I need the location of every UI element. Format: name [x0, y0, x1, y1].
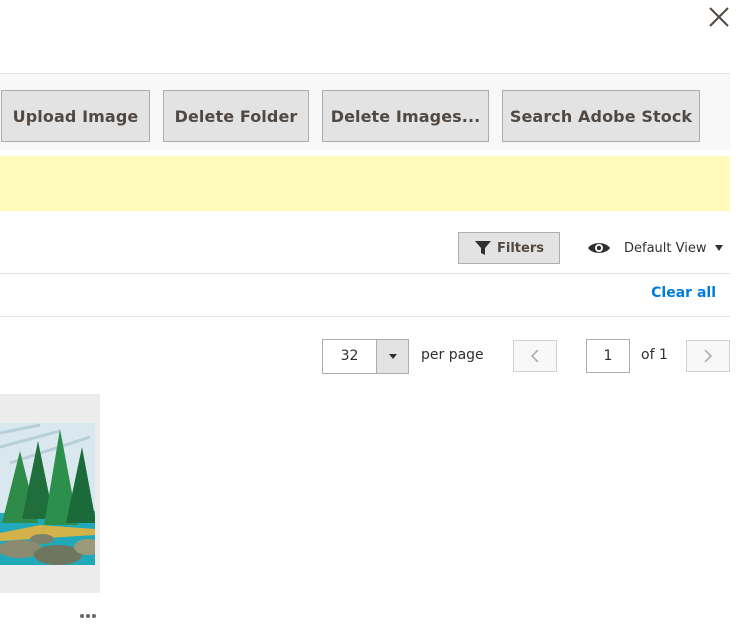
notice-bar — [0, 156, 730, 211]
per-page-value: 32 — [340, 348, 359, 364]
page-number-input[interactable] — [586, 339, 630, 373]
eye-icon — [588, 243, 610, 253]
view-switcher[interactable]: Default View — [587, 236, 724, 260]
image-thumbnail-card[interactable] — [0, 394, 100, 593]
divider — [0, 273, 730, 274]
clear-all-link[interactable]: Clear all — [651, 285, 716, 301]
page-total: of 1 — [641, 347, 668, 363]
image-thumbnail — [0, 423, 95, 565]
dot — [80, 614, 84, 618]
divider — [0, 316, 730, 317]
chevron-left-icon — [530, 349, 539, 363]
search-adobe-stock-button[interactable]: Search Adobe Stock — [502, 90, 700, 142]
action-toolbar: Upload Image Delete Folder Delete Images… — [0, 73, 730, 150]
close-icon — [709, 7, 729, 27]
ellipsis-icon[interactable] — [79, 609, 97, 623]
per-page-toggle[interactable] — [376, 340, 408, 373]
caret-down-icon — [388, 354, 397, 359]
delete-folder-button[interactable]: Delete Folder — [163, 90, 309, 142]
view-label: Default View — [624, 240, 707, 256]
previous-page-button[interactable] — [513, 340, 557, 372]
delete-images-button[interactable]: Delete Images... — [322, 90, 489, 142]
next-page-button[interactable] — [686, 340, 730, 372]
filters-label: Filters — [497, 240, 544, 256]
chevron-right-icon — [704, 349, 713, 363]
funnel-icon — [475, 241, 491, 255]
upload-image-button[interactable]: Upload Image — [1, 90, 150, 142]
caret-down-icon — [715, 245, 724, 251]
per-page-label: per page — [421, 347, 484, 363]
filters-button[interactable]: Filters — [458, 232, 560, 264]
dot — [86, 614, 90, 618]
dot — [92, 614, 96, 618]
close-button[interactable] — [706, 4, 732, 30]
per-page-select[interactable]: 32 — [322, 339, 409, 374]
